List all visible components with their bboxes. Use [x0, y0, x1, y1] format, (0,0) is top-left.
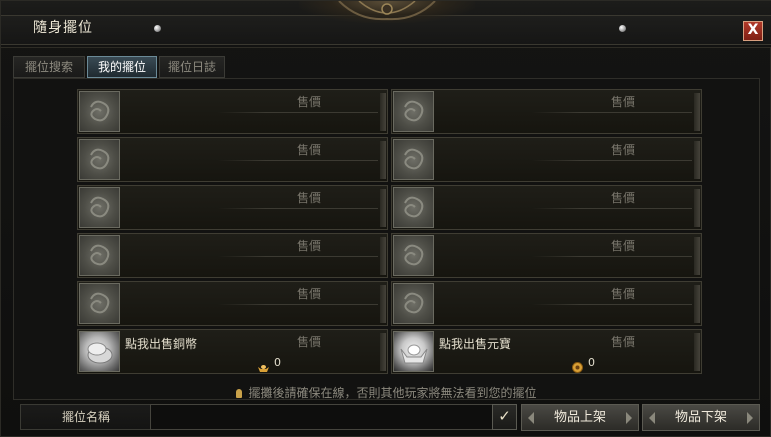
slot-divider	[532, 112, 692, 113]
slot-edge	[380, 189, 386, 227]
slot-edge	[694, 93, 700, 131]
slot-divider	[218, 256, 378, 257]
slot-edge	[380, 285, 386, 323]
empty-slot-icon	[79, 235, 120, 276]
list-item-button[interactable]: 物品上架	[521, 404, 639, 431]
item-slot[interactable]: 售價	[391, 89, 702, 134]
arrow-right-icon	[747, 412, 753, 424]
title-bar[interactable]: 隨身擺位 X	[1, 1, 771, 48]
shop-name-input[interactable]	[150, 404, 497, 430]
slot-edge	[694, 237, 700, 275]
shop-name-label: 擺位名稱	[20, 404, 152, 430]
item-slot[interactable]: 售價	[77, 89, 388, 134]
lightbulb-icon	[236, 389, 243, 398]
close-button[interactable]: X	[743, 21, 763, 41]
empty-slot-icon	[393, 139, 434, 180]
price-label: 售價	[296, 239, 321, 253]
price-label: 售價	[296, 335, 321, 349]
rivet-icon	[619, 25, 626, 32]
price-label: 售價	[610, 143, 635, 157]
slot-edge	[694, 333, 700, 371]
empty-slot-icon	[79, 283, 120, 324]
price-label: 售價	[610, 95, 635, 109]
slot-edge	[380, 141, 386, 179]
sell-gold-label: 點我出售元寶	[439, 337, 512, 351]
sell-gold-slot[interactable]: 點我出售元寶 售價 0	[391, 329, 702, 374]
checkmark-icon: ✓	[498, 407, 511, 425]
ornament-crest	[299, 1, 475, 23]
arrow-left-icon	[528, 412, 534, 424]
slot-edge	[694, 189, 700, 227]
slot-divider	[218, 304, 378, 305]
rivet-icon	[154, 25, 161, 32]
slot-edge	[694, 141, 700, 179]
slot-divider	[218, 112, 378, 113]
slot-divider	[218, 208, 378, 209]
slot-edge	[694, 285, 700, 323]
arrow-left-icon	[649, 412, 655, 424]
silver-ingot-icon	[393, 331, 434, 372]
unlist-item-label: 物品下架	[674, 410, 727, 425]
arrow-right-icon	[626, 412, 632, 424]
price-label: 售價	[610, 239, 635, 253]
close-icon: X	[747, 22, 759, 38]
slot-divider	[532, 208, 692, 209]
tab-my-stall[interactable]: 我的擺位	[87, 56, 157, 78]
window-title: 隨身擺位	[33, 20, 93, 36]
empty-slot-icon	[393, 283, 434, 324]
gold-ingot-icon	[258, 358, 269, 372]
item-slot[interactable]: 售價	[391, 137, 702, 182]
sell-copper-label: 點我出售銅幣	[125, 337, 198, 351]
stall-panel: 售價 售價 售價 售價 售價 點我出售銅幣 售價 0 售價 售價 售價 售價 售…	[13, 78, 760, 400]
tab-stall-log[interactable]: 擺位日誌	[159, 56, 225, 78]
tab-stall-search[interactable]: 擺位搜索	[13, 56, 85, 78]
bottom-bar: 擺位名稱 ✓ 物品上架 物品下架	[13, 404, 760, 432]
slot-edge	[380, 93, 386, 131]
list-item-label: 物品上架	[553, 410, 606, 425]
price-label: 售價	[296, 287, 321, 301]
price-label: 售價	[610, 191, 635, 205]
notice-line: 擺攤後請確保在線，否則其他玩家將無法看到您的擺位	[1, 384, 771, 401]
stall-window: 隨身擺位 X 擺位搜索 我的擺位 擺位日誌 售價 售價 售價 售價 售價 點我出…	[0, 0, 771, 437]
item-slot[interactable]: 售價	[391, 281, 702, 326]
item-slot[interactable]: 售價	[77, 281, 388, 326]
empty-slot-icon	[79, 139, 120, 180]
empty-slot-icon	[393, 91, 434, 132]
empty-slot-icon	[393, 187, 434, 228]
item-slot[interactable]: 售價	[77, 137, 388, 182]
sell-copper-slot[interactable]: 點我出售銅幣 售價 0	[77, 329, 388, 374]
slot-divider	[532, 304, 692, 305]
item-slot[interactable]: 售價	[77, 185, 388, 230]
copper-coins-icon	[79, 331, 120, 372]
price-label: 售價	[610, 335, 635, 349]
confirm-name-button[interactable]: ✓	[492, 404, 517, 430]
slot-edge	[380, 333, 386, 371]
price-label: 售價	[296, 95, 321, 109]
price-label: 售價	[296, 143, 321, 157]
copper-amount: 0	[274, 356, 281, 369]
empty-slot-icon	[393, 235, 434, 276]
empty-slot-icon	[79, 91, 120, 132]
slot-divider	[532, 256, 692, 257]
price-label: 售價	[296, 191, 321, 205]
unlist-item-button[interactable]: 物品下架	[642, 404, 760, 431]
gold-amount: 0	[588, 356, 595, 369]
price-label: 售價	[610, 287, 635, 301]
empty-slot-icon	[79, 187, 120, 228]
slot-divider	[218, 160, 378, 161]
gold-coin-icon	[572, 358, 583, 373]
item-slot[interactable]: 售價	[77, 233, 388, 278]
item-slot[interactable]: 售價	[391, 185, 702, 230]
slot-edge	[380, 237, 386, 275]
slot-divider	[532, 160, 692, 161]
item-slot[interactable]: 售價	[391, 233, 702, 278]
notice-text: 擺攤後請確保在線，否則其他玩家將無法看到您的擺位	[248, 386, 537, 400]
